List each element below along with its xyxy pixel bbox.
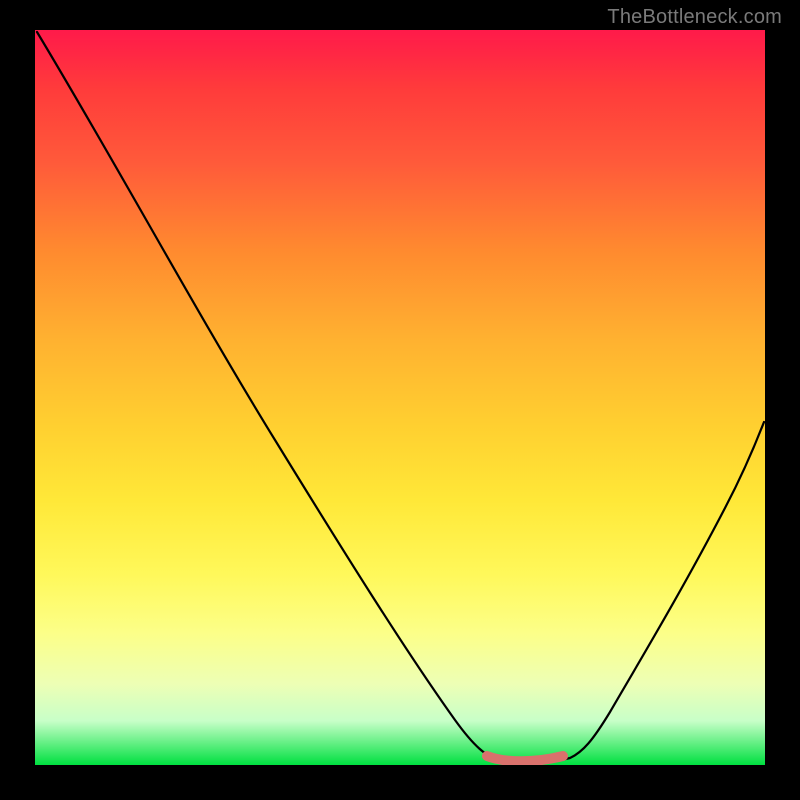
chart-frame: TheBottleneck.com — [0, 0, 800, 800]
plot-area — [35, 30, 765, 765]
highlight-segment — [487, 756, 563, 761]
bottleneck-curve — [37, 32, 764, 761]
chart-svg — [35, 30, 765, 765]
watermark-text: TheBottleneck.com — [607, 6, 782, 29]
